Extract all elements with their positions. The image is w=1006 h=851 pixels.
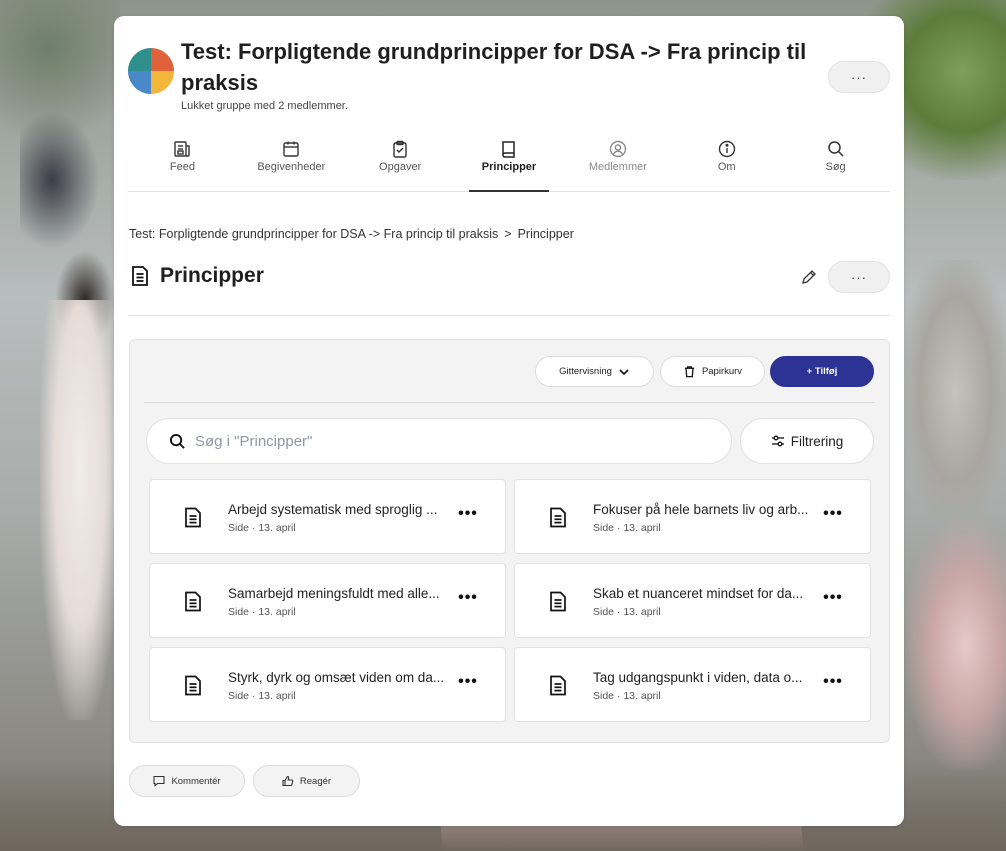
user-circle-icon — [609, 140, 627, 158]
principle-card[interactable]: Arbejd systematisk med sproglig ... Side… — [149, 479, 506, 554]
principle-more-button[interactable]: ••• — [456, 672, 480, 696]
breadcrumb-separator: > — [504, 227, 512, 241]
tab-label: Opgaver — [379, 161, 422, 173]
search-icon — [827, 141, 844, 157]
principle-card[interactable]: Fokuser på hele barnets liv og arb... Si… — [514, 479, 871, 554]
document-icon — [550, 507, 566, 528]
principle-title: Fokuser på hele barnets liv og arb... — [593, 502, 809, 517]
section-divider — [128, 315, 890, 316]
comment-button[interactable]: Kommentér — [129, 765, 245, 797]
book-icon — [502, 141, 515, 158]
principle-more-button[interactable]: ••• — [456, 504, 480, 528]
tab-feed[interactable]: Feed — [128, 134, 237, 191]
pencil-icon[interactable] — [800, 268, 818, 286]
view-toggle-button[interactable]: Gittervisning — [535, 356, 654, 387]
principle-meta: Side · 13. april — [228, 690, 296, 702]
tab-label: Om — [717, 161, 736, 173]
page-more-button[interactable]: ··· — [828, 261, 890, 293]
principle-card[interactable]: Styrk, dyrk og omsæt viden om da... Side… — [149, 647, 506, 722]
clipboard-check-icon — [393, 140, 407, 158]
filter-label: Filtrering — [790, 433, 844, 449]
principles-grid: Arbejd systematisk med sproglig ... Side… — [149, 479, 871, 722]
principle-title: Tag udgangspunkt i viden, data o... — [593, 670, 803, 685]
principle-title: Styrk, dyrk og omsæt viden om da... — [228, 670, 445, 685]
view-toggle-label: Gittervisning — [559, 366, 612, 377]
group-card: Test: Forpligtende grundprincipper for D… — [114, 16, 904, 826]
panel-divider — [144, 402, 875, 403]
group-tabs: Feed Begivenheder Opgaver Principper Med… — [128, 134, 890, 192]
tab-sog[interactable]: Søg — [781, 134, 890, 191]
tab-begivenheder[interactable]: Begivenheder — [237, 134, 346, 191]
thumbs-up-icon — [282, 775, 294, 787]
tab-label: Søg — [825, 161, 846, 173]
principle-card[interactable]: Samarbejd meningsfuldt med alle... Side … — [149, 563, 506, 638]
document-icon — [185, 507, 201, 528]
tab-label: Medlemmer — [588, 161, 647, 173]
calendar-icon — [283, 141, 299, 157]
search-input[interactable] — [195, 432, 715, 450]
document-icon — [550, 675, 566, 696]
principle-more-button[interactable]: ••• — [821, 672, 845, 696]
trash-icon — [684, 366, 695, 378]
principle-card[interactable]: Skab et nuanceret mindset for da... Side… — [514, 563, 871, 638]
comment-label: Kommentér — [171, 775, 221, 787]
tab-principper[interactable]: Principper — [455, 134, 564, 192]
group-title: Test: Forpligtende grundprincipper for D… — [181, 39, 807, 95]
principle-title: Samarbejd meningsfuldt med alle... — [228, 586, 440, 601]
principle-meta: Side · 13. april — [228, 522, 296, 534]
filter-button[interactable]: Filtrering — [740, 418, 874, 464]
principle-more-button[interactable]: ••• — [821, 504, 845, 528]
tab-label: Feed — [169, 161, 195, 173]
info-icon — [718, 140, 735, 158]
trash-label: Papirkurv — [701, 366, 743, 377]
tab-label: Begivenheder — [257, 161, 326, 173]
principle-more-button[interactable]: ••• — [456, 588, 480, 612]
chevron-down-icon — [619, 368, 629, 375]
document-icon — [185, 591, 201, 612]
tab-medlemmer[interactable]: Medlemmer — [563, 134, 672, 191]
search-icon — [169, 433, 185, 449]
tab-om[interactable]: Om — [672, 134, 781, 191]
tab-label: Principper — [481, 161, 537, 173]
page-title-text: Principper — [160, 264, 264, 287]
breadcrumb-current: Principper — [517, 227, 574, 241]
principle-meta: Side · 13. april — [593, 690, 661, 702]
trash-button[interactable]: Papirkurv — [660, 356, 765, 387]
breadcrumb: Test: Forpligtende grundprincipper for D… — [129, 227, 574, 241]
react-label: Reagér — [299, 775, 332, 787]
principle-meta: Side · 13. april — [228, 606, 296, 618]
principles-panel: Gittervisning Papirkurv + Tilføj Filtrer… — [129, 339, 890, 743]
breadcrumb-parent-link[interactable]: Test: Forpligtende grundprincipper for D… — [129, 227, 498, 241]
principle-card[interactable]: Tag udgangspunkt i viden, data o... Side… — [514, 647, 871, 722]
principle-title: Skab et nuanceret mindset for da... — [593, 586, 804, 601]
document-icon — [550, 591, 566, 612]
group-avatar[interactable] — [128, 48, 174, 94]
document-icon — [132, 266, 148, 286]
principle-meta: Side · 13. april — [593, 522, 661, 534]
comment-icon — [153, 775, 165, 787]
tab-opgaver[interactable]: Opgaver — [346, 134, 455, 191]
group-more-button[interactable]: ··· — [828, 61, 890, 93]
feed-icon — [174, 141, 191, 157]
react-button[interactable]: Reagér — [253, 765, 360, 797]
search-box[interactable] — [146, 418, 732, 464]
sliders-icon — [771, 435, 784, 447]
principle-title: Arbejd systematisk med sproglig ... — [228, 502, 438, 517]
add-button[interactable]: + Tilføj — [770, 356, 874, 387]
group-subtitle: Lukket gruppe med 2 medlemmer. — [181, 100, 348, 112]
principle-meta: Side · 13. april — [593, 606, 661, 618]
principle-more-button[interactable]: ••• — [821, 588, 845, 612]
page-title: Principper — [130, 264, 264, 288]
document-icon — [185, 675, 201, 696]
